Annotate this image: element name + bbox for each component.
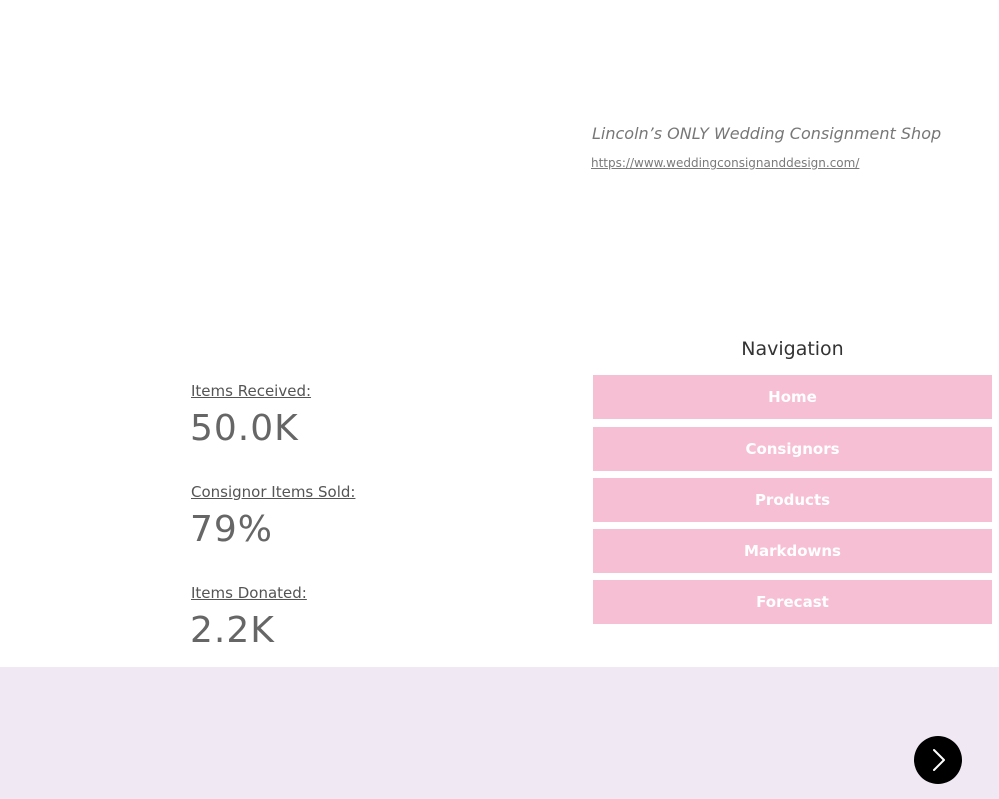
consignor-items-sold-label: Consignor Items Sold: bbox=[191, 483, 356, 501]
nav-consignors-button[interactable]: Consignors bbox=[593, 427, 992, 471]
items-donated-label: Items Donated: bbox=[191, 584, 307, 602]
dashboard-page: Lincoln’s ONLY Wedding Consignment Shop … bbox=[0, 0, 999, 799]
nav-forecast-button[interactable]: Forecast bbox=[593, 580, 992, 624]
nav-home-button[interactable]: Home bbox=[593, 375, 992, 419]
next-page-button[interactable] bbox=[914, 736, 962, 784]
items-received-label: Items Received: bbox=[191, 382, 312, 400]
nav-markdowns-button[interactable]: Markdowns bbox=[593, 529, 992, 573]
navigation-title: Navigation bbox=[741, 338, 844, 360]
items-received-value: 50.0K bbox=[190, 408, 299, 449]
nav-products-button[interactable]: Products bbox=[593, 478, 992, 522]
footer-band bbox=[0, 667, 999, 799]
navigation-menu: Home Consignors Products Markdowns Forec… bbox=[593, 375, 992, 632]
consignor-items-sold-value: 79% bbox=[190, 509, 274, 550]
website-link[interactable]: https://www.weddingconsignanddesign.com/ bbox=[591, 156, 859, 170]
chevron-right-icon bbox=[933, 749, 945, 771]
items-donated-value: 2.2K bbox=[190, 610, 275, 651]
shop-tagline: Lincoln’s ONLY Wedding Consignment Shop bbox=[592, 124, 942, 143]
